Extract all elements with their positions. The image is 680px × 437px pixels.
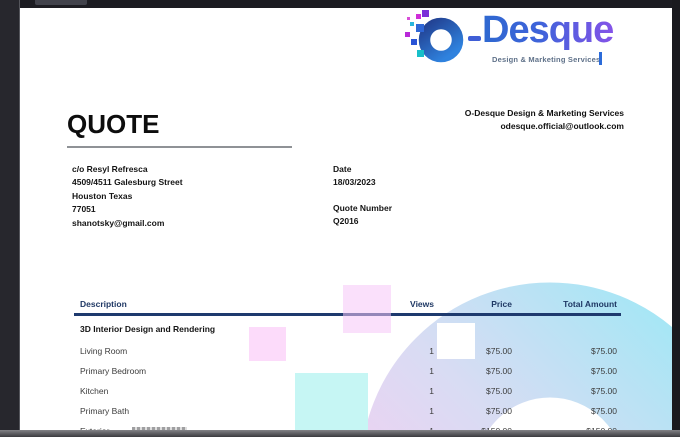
header-description: Description — [80, 299, 127, 309]
client-city: Houston Texas — [72, 190, 133, 201]
row-views: 1 — [429, 366, 434, 376]
window-top-border — [0, 0, 680, 8]
window-left-border — [0, 0, 20, 437]
row-total: $75.00 — [591, 366, 617, 376]
row-total: $75.00 — [591, 346, 617, 356]
brand-pixel-o-icon — [405, 10, 464, 63]
window-tab-notch — [35, 0, 87, 5]
quote-meta-block: Date 18/03/2023 Quote Number Q2016 — [333, 163, 392, 229]
client-street: 4509/4511 Galesburg Street — [72, 177, 183, 188]
client-zip: 77051 — [72, 204, 96, 215]
row-price: $75.00 — [486, 366, 512, 376]
quote-document-page: Desque Design & Marketing Services O-Des… — [20, 8, 672, 431]
row-total: $75.00 — [591, 386, 617, 396]
table-body: Living Room 1 $75.00 $75.00 Primary Bedr… — [74, 341, 621, 431]
date-label: Date — [333, 164, 352, 174]
header-total-amount: Total Amount — [563, 299, 617, 309]
brand-dash-icon — [468, 36, 481, 41]
pink-overlay-decoration — [343, 285, 391, 333]
table-row: Primary Bath 1 $75.00 $75.00 — [74, 401, 621, 421]
date-value: 18/03/2023 — [333, 177, 376, 188]
row-total: $75.00 — [591, 406, 617, 416]
company-block: O-Desque Design & Marketing Services ode… — [465, 107, 624, 133]
client-email: shanotsky@gmail.com — [72, 217, 165, 228]
window-bottom-bar — [0, 430, 680, 437]
row-price: $75.00 — [486, 386, 512, 396]
table-row: Primary Bedroom 1 $75.00 $75.00 — [74, 361, 621, 381]
brand-tagline: Design & Marketing Services — [492, 55, 601, 64]
row-price: $75.00 — [486, 406, 512, 416]
brand-accent-bar — [599, 52, 602, 65]
client-address-block: c/o Resyl Refresca 4509/4511 Galesburg S… — [72, 163, 183, 230]
row-description: Living Room — [80, 346, 128, 356]
window-right-border — [672, 0, 680, 437]
row-views: 1 — [429, 346, 434, 356]
row-views: 1 — [429, 386, 434, 396]
page-content: Desque Design & Marketing Services O-Des… — [20, 8, 672, 431]
row-description: Primary Bedroom — [80, 366, 147, 376]
client-care-of: c/o Resyl Refresca — [72, 164, 148, 174]
row-description: Primary Bath — [80, 406, 130, 416]
row-price: $75.00 — [486, 346, 512, 356]
header-price: Price — [491, 299, 512, 309]
page-title: QUOTE — [67, 109, 160, 139]
table-row: Kitchen 1 $75.00 $75.00 — [74, 381, 621, 401]
row-description: Kitchen — [80, 386, 109, 396]
meta-spacer — [333, 190, 392, 202]
quote-number-label: Quote Number — [333, 202, 393, 213]
brand-name: Desque — [482, 9, 614, 51]
row-views: 1 — [429, 406, 434, 416]
title-underline — [67, 146, 292, 148]
table-row: Living Room 1 $75.00 $75.00 — [74, 341, 621, 361]
company-name: O-Desque Design & Marketing Services — [464, 108, 624, 118]
company-email: odesque.official@outlook.com — [500, 121, 624, 131]
quote-number-value: Q2016 — [333, 216, 359, 227]
